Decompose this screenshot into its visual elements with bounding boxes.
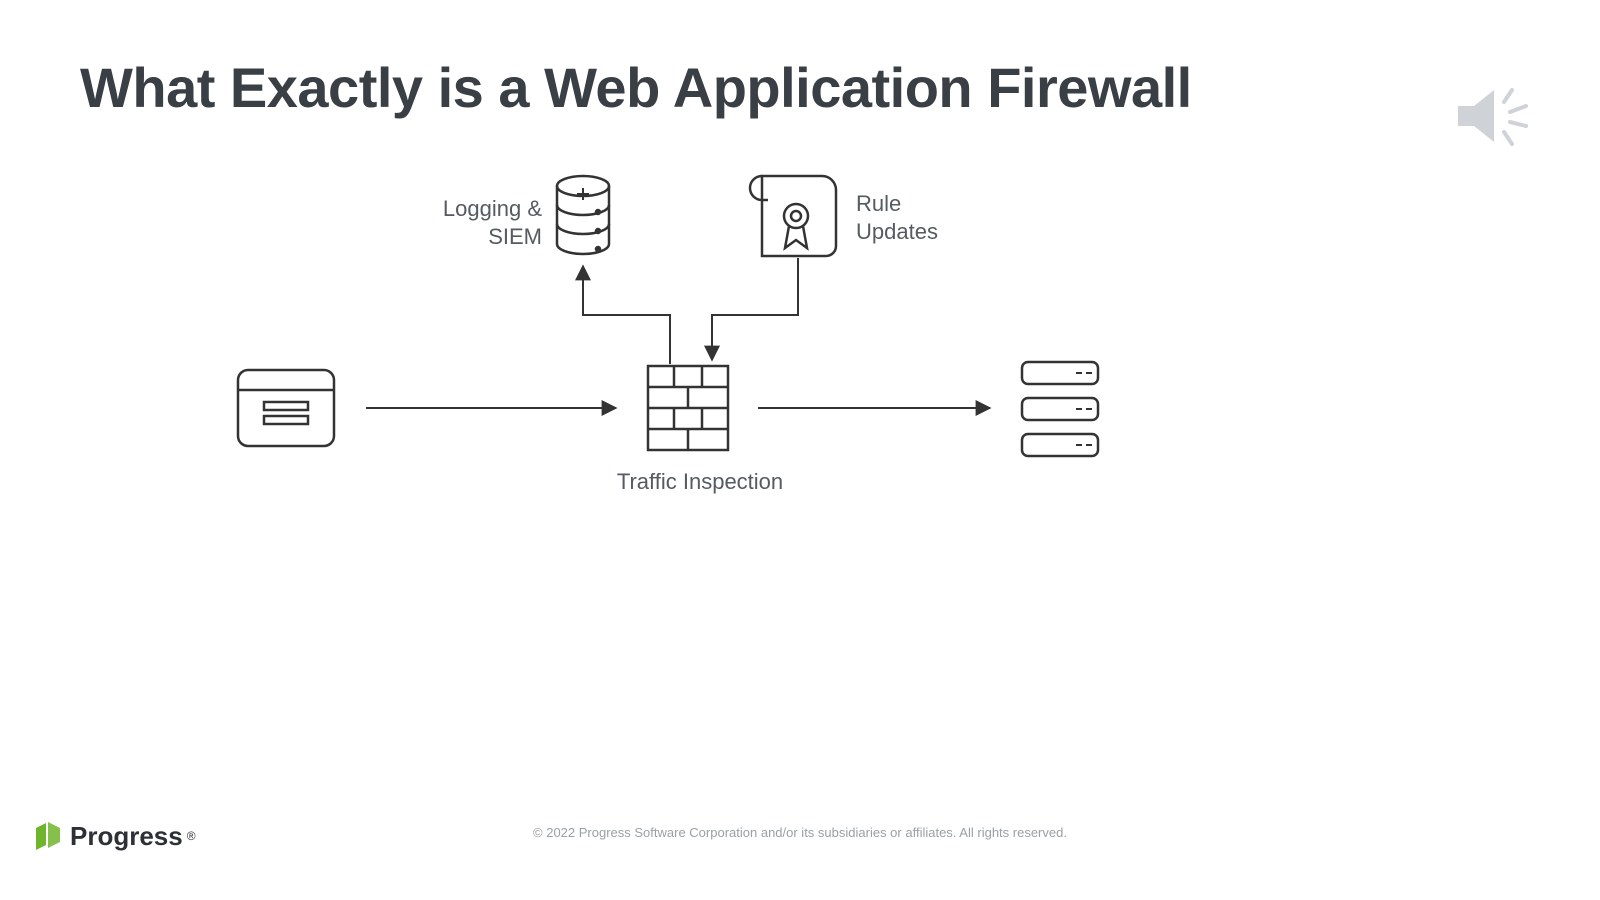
brand-name: Progress [70, 821, 183, 852]
brand-logo: Progress ® [36, 820, 196, 852]
label-logging: Logging & SIEM [370, 195, 542, 250]
label-traffic: Traffic Inspection [560, 468, 840, 496]
brand-trademark: ® [187, 829, 196, 843]
slide: What Exactly is a Web Application Firewa… [0, 0, 1600, 900]
database-icon [557, 176, 609, 254]
firewall-icon [648, 366, 728, 450]
connector-from-rules [712, 258, 798, 360]
client-icon [238, 370, 334, 446]
connector-to-logging [583, 266, 670, 364]
certificate-icon [750, 176, 836, 256]
label-rule-updates: Rule Updates [856, 190, 938, 245]
copyright: © 2022 Progress Software Corporation and… [0, 825, 1600, 840]
diagram-canvas [0, 0, 1600, 900]
servers-icon [1022, 362, 1098, 456]
progress-mark-icon [36, 820, 66, 852]
